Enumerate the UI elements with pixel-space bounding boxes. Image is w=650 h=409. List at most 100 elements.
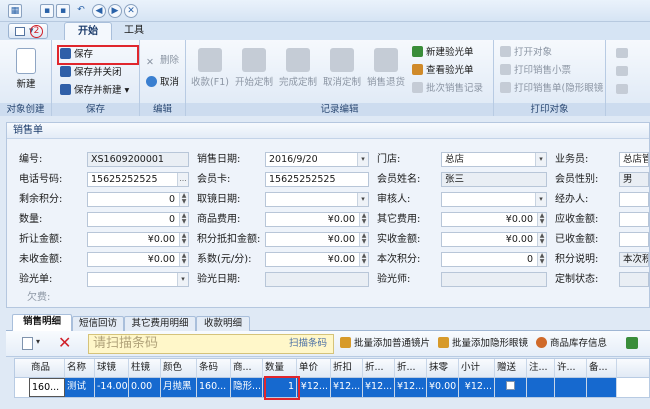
printer-icon[interactable] (616, 48, 628, 58)
cell-product[interactable]: 160... (29, 378, 65, 397)
column-header-color[interactable]: 颜色 (161, 359, 197, 378)
new-button[interactable]: 新建 (8, 48, 44, 90)
cell-cylinder[interactable]: 0.00 (129, 378, 161, 397)
spinner-icon[interactable]: ▲ ▼ (179, 193, 188, 206)
table-row[interactable]: 160... 测试 -14.00 0.00 月抛黑 160... 隐形... 1 ¥12... ¥… (15, 378, 649, 397)
save-close-icon[interactable]: ▪ (56, 4, 70, 18)
cell-name[interactable]: 测试 (65, 378, 95, 397)
spinner-icon[interactable]: ▲ ▼ (359, 233, 368, 246)
column-header-sphere[interactable]: 球镜 (95, 359, 129, 378)
back-icon[interactable]: ◀ (92, 4, 106, 18)
column-header-subtotal[interactable]: 小计 (459, 359, 495, 378)
column-header-merchant[interactable]: 商... (231, 359, 263, 378)
batch-contact-lens-button[interactable]: 批量添加隐形眼镜 (438, 337, 528, 351)
field-member-name[interactable]: 张三 (441, 172, 547, 187)
finish-custom-button[interactable]: 完成定制 (278, 48, 318, 88)
field-handler[interactable] (619, 192, 649, 207)
print-sales-contact-button[interactable]: 打印销售单(隐形眼镜) (500, 82, 604, 96)
delete-icon[interactable]: ✕ (124, 4, 138, 18)
column-header-price[interactable]: 单价 (297, 359, 331, 378)
tab-other-fee-detail[interactable]: 其它费用明细 (124, 316, 196, 331)
new-row-icon[interactable] (22, 337, 33, 350)
cell-discount[interactable]: ¥12... (331, 378, 363, 397)
spinner-icon[interactable]: ▲ ▼ (537, 253, 546, 266)
field-optometry-no[interactable]: ▾ (87, 272, 189, 287)
field-card[interactable]: 15625252525 (265, 172, 369, 187)
export-icon[interactable] (626, 337, 638, 349)
field-quantity[interactable]: 0 ▲ ▼ (87, 212, 189, 227)
more-icon[interactable]: … (177, 173, 188, 186)
save-close-button[interactable]: 保存并关闭 (60, 66, 122, 80)
field-custom-state[interactable] (619, 272, 649, 287)
spinner-icon[interactable]: ▲ ▼ (179, 213, 188, 226)
new-optometry-button[interactable]: 新建验光单 (412, 46, 474, 60)
printer-icon[interactable] (616, 84, 628, 94)
cell-sphere[interactable]: -14.00 (95, 378, 129, 397)
spinner-icon[interactable]: ▲ ▼ (537, 213, 546, 226)
column-header-note[interactable]: 注... (527, 359, 555, 378)
forward-icon[interactable]: ▶ (108, 4, 122, 18)
cell-permit[interactable] (555, 378, 587, 397)
cell-rounding[interactable]: ¥0.00 (427, 378, 459, 397)
field-receivable[interactable] (619, 212, 649, 227)
cell-color[interactable]: 月抛黑 (161, 378, 197, 397)
field-date[interactable]: 2016/9/20 ▾ (265, 152, 369, 167)
tab-tools[interactable]: 工具 (116, 22, 152, 40)
field-reviewer[interactable]: ▾ (441, 192, 547, 207)
save-new-button[interactable]: 保存并新建 ▾ (60, 84, 129, 98)
field-store[interactable]: 总店 ▾ (441, 152, 547, 167)
field-discount[interactable]: ¥0.00 ▲ ▼ (87, 232, 189, 247)
spinner-icon[interactable]: ▲ ▼ (179, 253, 188, 266)
field-coefficient[interactable]: ¥0.00 ▲ ▼ (265, 252, 369, 267)
tab-sales-detail[interactable]: 销售明细 (12, 314, 72, 331)
tab-payment-detail[interactable]: 收款明细 (196, 316, 250, 331)
cell-note[interactable] (527, 378, 555, 397)
field-points-deduct[interactable]: ¥0.00 ▲ ▼ (265, 232, 369, 247)
view-optometry-button[interactable]: 查看验光单 (412, 64, 474, 78)
column-header-discount[interactable]: 折扣 (331, 359, 363, 378)
spinner-icon[interactable]: ▲ ▼ (537, 233, 546, 246)
cell-price[interactable]: ¥12... (297, 378, 331, 397)
cell-gift[interactable] (495, 378, 527, 397)
field-member-gender[interactable]: 男 (619, 172, 649, 187)
field-points-left[interactable]: 0 ▲ ▼ (87, 192, 189, 207)
field-actual[interactable]: ¥0.00 ▲ ▼ (441, 232, 547, 247)
field-received[interactable] (619, 232, 649, 247)
open-object-button[interactable]: 打开对象 (500, 46, 552, 60)
chevron-down-icon[interactable]: ▾ (535, 153, 546, 166)
delete-row-icon[interactable]: ✕ (58, 333, 71, 352)
column-header-disc2[interactable]: 折... (363, 359, 395, 378)
batch-record-button[interactable]: 批次销售记录 (412, 82, 483, 96)
spinner-icon[interactable]: ▲ ▼ (179, 233, 188, 246)
column-header-cylinder[interactable]: 柱镜 (129, 359, 161, 378)
spinner-icon[interactable]: ▲ ▼ (359, 253, 368, 266)
column-header-permit[interactable]: 许... (555, 359, 587, 378)
batch-normal-lens-button[interactable]: 批量添加普通镜片 (340, 337, 430, 351)
chevron-down-icon[interactable]: ▾ (535, 193, 546, 206)
cell-barcode[interactable]: 160... (197, 378, 231, 397)
save-icon[interactable]: ▪ (40, 4, 54, 18)
chevron-down-icon[interactable]: ▾ (357, 193, 368, 206)
column-header-name[interactable]: 名称 (65, 359, 95, 378)
column-header-rounding[interactable]: 抹零 (427, 359, 459, 378)
printer-icon[interactable] (616, 66, 628, 76)
undo-icon[interactable]: ↶ (74, 4, 88, 18)
receive-button[interactable]: 收款(F1) (190, 48, 230, 88)
start-custom-button[interactable]: 开始定制 (234, 48, 274, 88)
field-phone[interactable]: 15625252525… (87, 172, 189, 187)
stock-info-button[interactable]: 商品库存信息 (536, 337, 607, 351)
sale-return-button[interactable]: 销售退货 (366, 48, 406, 88)
barcode-scan-input[interactable]: 请扫描条码 扫描条码 (88, 334, 334, 354)
field-optometrist[interactable] (441, 272, 547, 287)
print-receipt-button[interactable]: 打印销售小票 (500, 64, 571, 78)
gift-checkbox[interactable] (506, 381, 515, 390)
field-points-note[interactable]: 本次积 (619, 252, 649, 267)
chevron-down-icon[interactable]: ▾ (177, 273, 188, 286)
cell-merchant[interactable]: 隐形... (231, 378, 263, 397)
tab-sms-callback[interactable]: 短信回访 (72, 316, 124, 331)
column-header-barcode[interactable]: 条码 (197, 359, 231, 378)
column-header-remark[interactable]: 备... (587, 359, 617, 378)
cancel-button[interactable]: 取消 (146, 76, 179, 90)
field-this-points[interactable]: 0 ▲ ▼ (441, 252, 547, 267)
column-header-gift[interactable]: 赠送 (495, 359, 527, 378)
